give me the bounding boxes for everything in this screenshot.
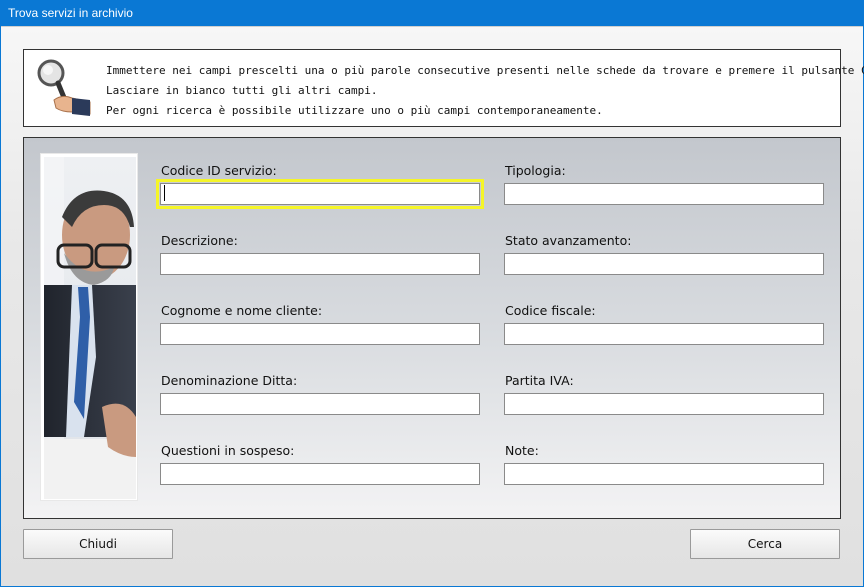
label-ditta: Denominazione Ditta: [161,373,298,388]
dialog-window: Trova servizi in archivio Immettere nei … [0,0,864,587]
search-form-panel: Codice ID servizio: Tipologia: Descrizio… [23,137,841,519]
instructions-text: Immettere nei campi prescelti una o più … [106,61,864,121]
label-codice-fiscale: Codice fiscale: [505,303,596,318]
codice-fiscale-input[interactable] [504,323,824,345]
text-caret [164,185,165,201]
stato-avanzamento-input[interactable] [504,253,824,275]
instructions-box: Immettere nei campi prescelti una o più … [23,49,864,127]
dialog-client-area: Immettere nei campi prescelti una o più … [1,26,864,586]
note-input[interactable] [504,463,824,485]
label-cliente: Cognome e nome cliente: [161,303,323,318]
label-tipologia: Tipologia: [505,163,566,178]
search-button[interactable]: Cerca [690,529,840,559]
partita-iva-input[interactable] [504,393,824,415]
window-title: Trova servizi in archivio [0,0,864,26]
label-note: Note: [505,443,539,458]
instructions-line-3: Per ogni ricerca è possibile utilizzare … [106,104,603,117]
label-partita-iva: Partita IVA: [505,373,574,388]
businessman-photo [40,153,138,501]
label-questioni: Questioni in sospeso: [161,443,295,458]
codice-id-input[interactable] [160,183,480,205]
descrizione-input[interactable] [160,253,480,275]
close-button[interactable]: Chiudi [23,529,173,559]
cliente-input[interactable] [160,323,480,345]
tipologia-input[interactable] [504,183,824,205]
questioni-input[interactable] [160,463,480,485]
label-stato-avanzamento: Stato avanzamento: [505,233,632,248]
magnifier-hand-icon [32,56,94,118]
instructions-line-1: Immettere nei campi prescelti una o più … [106,64,864,77]
ditta-input[interactable] [160,393,480,415]
label-descrizione: Descrizione: [161,233,238,248]
instructions-line-2: Lasciare in bianco tutti gli altri campi… [106,84,378,97]
label-codice-id: Codice ID servizio: [161,163,277,178]
